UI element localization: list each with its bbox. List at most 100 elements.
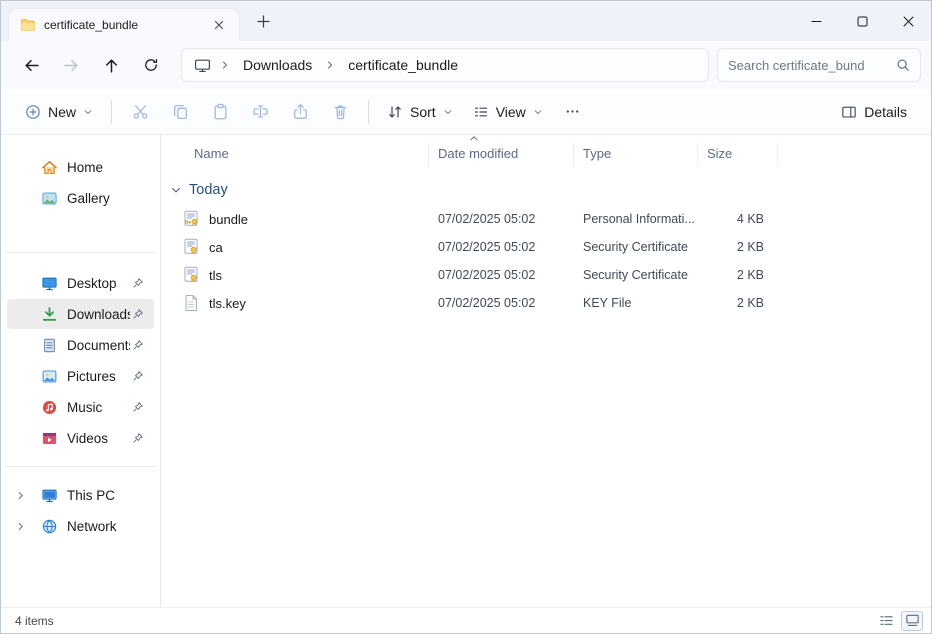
certificate-file-icon: [182, 238, 200, 256]
tab-close-icon[interactable]: [209, 15, 229, 35]
gallery-icon: [41, 190, 58, 207]
navigation-bar: Downloads certificate_bundle: [1, 41, 931, 89]
new-tab-button[interactable]: [249, 7, 277, 35]
toolbar-divider: [368, 100, 369, 124]
sidebar-item-desktop[interactable]: Desktop: [7, 268, 154, 298]
view-icon: [473, 104, 489, 120]
view-button-label: View: [496, 104, 526, 120]
delete-icon: [332, 103, 349, 120]
command-toolbar: New Sort View: [1, 89, 931, 135]
sidebar-item-network[interactable]: Network: [7, 511, 154, 541]
rename-button[interactable]: [240, 95, 280, 129]
sidebar-item-label: Network: [67, 519, 154, 534]
pictures-icon: [41, 368, 58, 385]
sidebar-item-label: This PC: [67, 488, 154, 503]
file-row-ca[interactable]: ca 07/02/2025 05:02 Security Certificate…: [161, 233, 931, 261]
file-row-tls[interactable]: tls 07/02/2025 05:02 Security Certificat…: [161, 261, 931, 289]
breadcrumb-item-certificate-bundle[interactable]: certificate_bundle: [342, 55, 464, 75]
sidebar-item-gallery[interactable]: Gallery: [7, 183, 154, 213]
file-type: KEY File: [574, 296, 698, 310]
sidebar-item-label: Documents: [67, 338, 130, 353]
paste-button[interactable]: [200, 95, 240, 129]
column-header-size[interactable]: Size: [698, 143, 778, 165]
new-plus-icon: [25, 104, 41, 120]
sidebar-item-label: Home: [67, 160, 154, 175]
delete-button[interactable]: [320, 95, 360, 129]
up-button[interactable]: [91, 47, 131, 83]
view-button[interactable]: View: [463, 95, 553, 129]
group-chevron-icon[interactable]: [170, 184, 182, 196]
certificate-file-icon: [182, 266, 200, 284]
column-headers: Name Date modified Type Size: [161, 139, 931, 169]
details-panel-icon: [841, 104, 857, 120]
file-name: tls: [209, 268, 222, 283]
navigation-pane: Home Gallery Desktop: [1, 135, 161, 607]
breadcrumb-chevron-icon: [217, 59, 233, 71]
expand-chevron-icon[interactable]: [15, 490, 26, 501]
file-type: Security Certificate: [574, 268, 698, 282]
new-button[interactable]: New: [15, 95, 103, 129]
window-body: Home Gallery Desktop: [1, 135, 931, 607]
search-box: [717, 48, 921, 82]
status-bar: 4 items: [1, 607, 931, 633]
back-button[interactable]: [11, 47, 51, 83]
network-icon: [41, 518, 58, 535]
file-date-modified: 07/02/2025 05:02: [429, 268, 574, 282]
expand-chevron-icon[interactable]: [15, 521, 26, 532]
minimize-button[interactable]: [793, 1, 839, 41]
sidebar-item-downloads[interactable]: Downloads: [7, 299, 154, 329]
share-button[interactable]: [280, 95, 320, 129]
minimize-icon: [811, 16, 822, 27]
sidebar-item-videos[interactable]: Videos: [7, 423, 154, 453]
monitor-icon[interactable]: [192, 57, 213, 74]
documents-icon: [41, 337, 58, 354]
sidebar-item-home[interactable]: Home: [7, 152, 154, 182]
sort-indicator-icon: [469, 134, 479, 142]
copy-button[interactable]: [160, 95, 200, 129]
sidebar-item-this-pc[interactable]: This PC: [7, 480, 154, 510]
pin-icon: [130, 277, 146, 289]
chevron-down-icon: [533, 107, 543, 117]
tab-certificate-bundle[interactable]: certificate_bundle: [9, 9, 239, 41]
sort-button[interactable]: Sort: [377, 95, 463, 129]
file-date-modified: 07/02/2025 05:02: [429, 296, 574, 310]
file-date-modified: 07/02/2025 05:02: [429, 212, 574, 226]
details-button[interactable]: Details: [831, 95, 917, 129]
file-row-tls-key[interactable]: tls.key 07/02/2025 05:02 KEY File 2 KB: [161, 289, 931, 317]
generic-file-icon: [182, 294, 200, 312]
new-button-label: New: [48, 104, 76, 120]
sidebar-item-label: Videos: [67, 431, 130, 446]
file-type: Personal Informati...: [574, 212, 698, 226]
sidebar-item-music[interactable]: Music: [7, 392, 154, 422]
maximize-button[interactable]: [839, 1, 885, 41]
explorer-window: certificate_bundle: [0, 0, 932, 634]
list-view-toggle[interactable]: [875, 611, 897, 631]
thumbnail-view-toggle[interactable]: [901, 611, 923, 631]
file-name: tls.key: [209, 296, 246, 311]
forward-button[interactable]: [51, 47, 91, 83]
search-input[interactable]: [728, 58, 890, 73]
downloads-icon: [41, 306, 58, 323]
close-button[interactable]: [885, 1, 931, 41]
column-header-date-modified[interactable]: Date modified: [429, 143, 574, 165]
more-options-button[interactable]: [553, 95, 593, 129]
breadcrumb-item-downloads[interactable]: Downloads: [237, 55, 318, 75]
file-size: 2 KB: [698, 296, 778, 310]
column-header-name[interactable]: Name: [161, 143, 429, 165]
sidebar-item-label: Pictures: [67, 369, 130, 384]
desktop-icon: [41, 275, 58, 292]
list-view-icon: [879, 613, 894, 628]
sort-icon: [387, 104, 403, 120]
toolbar-divider: [111, 100, 112, 124]
sidebar-item-label: Desktop: [67, 276, 130, 291]
column-header-type[interactable]: Type: [574, 143, 698, 165]
close-icon: [903, 16, 914, 27]
refresh-button[interactable]: [131, 47, 171, 83]
sidebar-item-pictures[interactable]: Pictures: [7, 361, 154, 391]
cut-button[interactable]: [120, 95, 160, 129]
music-icon: [41, 399, 58, 416]
file-row-bundle[interactable]: bundle 07/02/2025 05:02 Personal Informa…: [161, 205, 931, 233]
group-header-today[interactable]: Today: [161, 175, 931, 205]
search-icon[interactable]: [896, 58, 910, 72]
sidebar-item-documents[interactable]: Documents: [7, 330, 154, 360]
